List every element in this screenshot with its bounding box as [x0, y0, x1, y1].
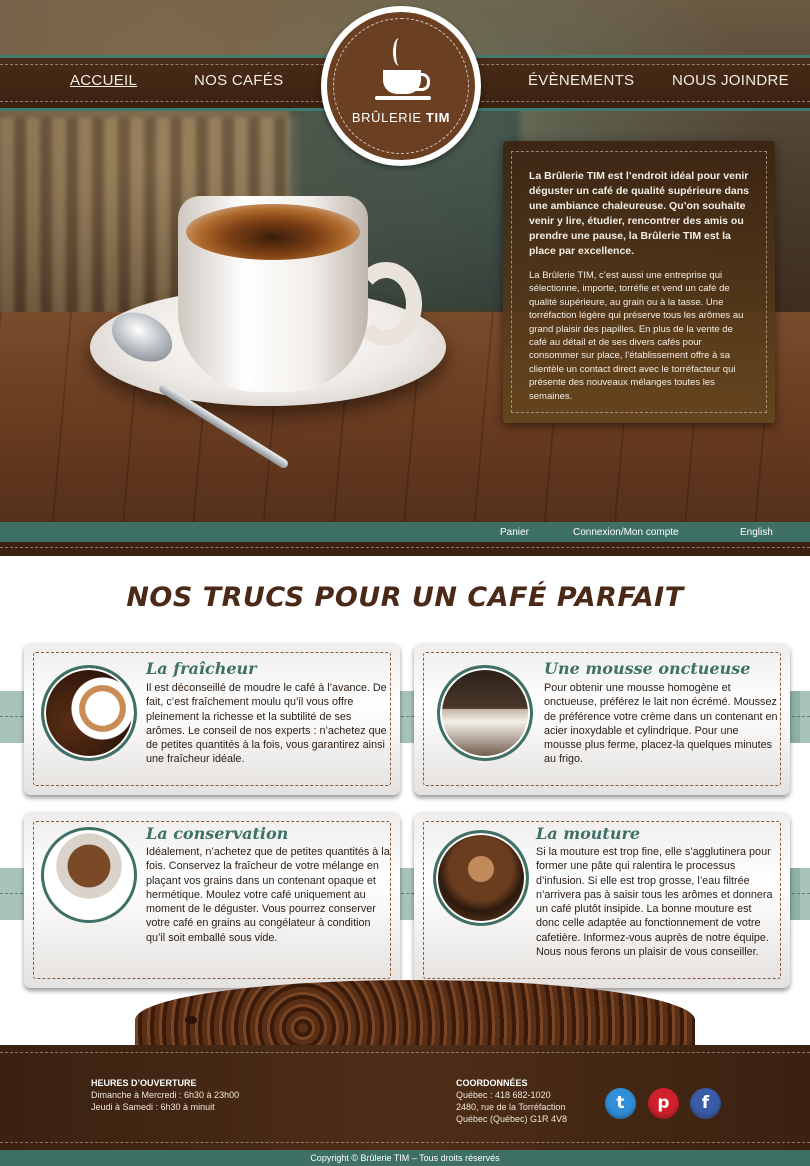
- tip-title: La fraîcheur: [146, 659, 257, 678]
- contact-city: Québec (Québec) G1R 4V8: [456, 1114, 568, 1124]
- cup-icon: [383, 70, 430, 94]
- hours-line: Dimanche à Mercredi : 6h30 à 23h00: [91, 1090, 240, 1100]
- contact-heading: COORDONNÉES: [456, 1078, 528, 1088]
- tip-title: La conservation: [146, 824, 289, 843]
- nav-nous-joindre[interactable]: NOUS JOINDRE: [672, 72, 789, 89]
- intro-lead: La Brûlerie TIM est l’endroit idéal pour…: [529, 170, 749, 257]
- tip-text: Si la mouture est trop fine, elle s’aggl…: [536, 846, 773, 959]
- hours-heading: HEURES D’OUVERTURE: [91, 1078, 197, 1088]
- logo-name: TIM: [425, 110, 451, 125]
- account-link[interactable]: Connexion/Mon compte: [573, 527, 679, 538]
- tip-photo-milk-frother: [437, 665, 533, 761]
- tip-photo-beans-cup: [41, 665, 137, 761]
- contact-street: 2480, rue de la Torréfaction: [456, 1102, 566, 1112]
- tip-title: La mouture: [536, 824, 641, 843]
- facebook-icon[interactable]: f: [690, 1088, 721, 1119]
- tip-card: La fraîcheur Il est déconseillé de moudr…: [24, 643, 400, 795]
- tip-text: Idéalement, n’achetez que de petites qua…: [146, 846, 390, 944]
- saucer-icon: [375, 96, 431, 100]
- intro-panel: La Brûlerie TIM est l’endroit idéal pour…: [503, 141, 775, 423]
- hours-line: Jeudi à Samedi : 6h30 à minuit: [91, 1102, 215, 1112]
- copyright-bar: Copyright © Brûlerie TIM – Tous droits r…: [0, 1150, 810, 1166]
- tip-photo-coffee-press: [433, 830, 529, 926]
- utility-bar: [0, 522, 810, 556]
- coffee-crema: [186, 204, 360, 260]
- logo-brand: BRÛLERIE: [351, 110, 422, 125]
- contact-phone: Québec : 418 682-1020: [456, 1090, 551, 1100]
- intro-body: La Brûlerie TIM, c’est aussi une entrepr…: [529, 270, 744, 402]
- nav-nos-cafes[interactable]: NOS CAFÉS: [194, 72, 283, 89]
- logo-emblem: BRÛLERIE TIM: [327, 12, 475, 160]
- tips-title: NOS TRUCS POUR UN CAFÉ PARFAIT: [126, 582, 684, 613]
- tip-card: La mouture Si la mouture est trop fine, …: [414, 812, 790, 988]
- language-link[interactable]: English: [740, 527, 773, 538]
- tip-title: Une mousse onctueuse: [544, 659, 751, 678]
- tip-card: Une mousse onctueuse Pour obtenir une mo…: [414, 643, 790, 795]
- twitter-icon[interactable]: t: [605, 1088, 636, 1119]
- tip-photo-bean-jar: [41, 827, 137, 923]
- nav-evenements[interactable]: ÉVÈNEMENTS: [528, 72, 634, 89]
- steam-icon: [393, 38, 405, 66]
- tip-text: Il est déconseillé de moudre le café à l…: [146, 682, 387, 766]
- cart-link[interactable]: Panier: [500, 527, 529, 538]
- tip-card: La conservation Idéalement, n’achetez qu…: [24, 812, 400, 988]
- nav-accueil[interactable]: ACCUEIL: [70, 72, 137, 89]
- logo-wordmark: BRÛLERIE TIM: [327, 110, 475, 125]
- tip-text: Pour obtenir une mousse homogène et onct…: [544, 682, 778, 766]
- brand-logo[interactable]: BRÛLERIE TIM: [321, 6, 481, 166]
- pinterest-icon[interactable]: p: [648, 1088, 679, 1119]
